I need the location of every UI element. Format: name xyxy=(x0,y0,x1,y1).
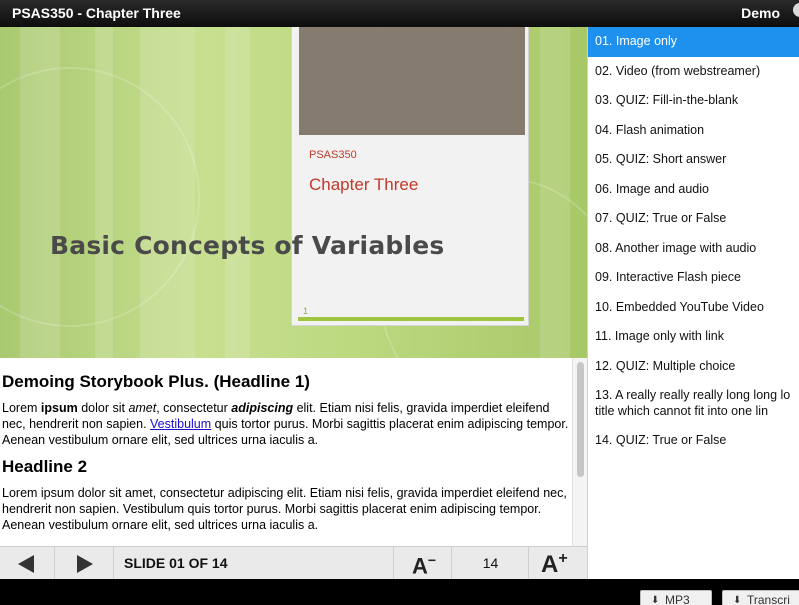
notes-headline-1: Demoing Storybook Plus. (Headline 1) xyxy=(2,372,310,391)
download-icon: ⬇ xyxy=(651,595,660,605)
notes-link[interactable]: Vestibulum xyxy=(150,417,211,431)
card-page-number: 1 xyxy=(303,306,309,316)
slide-list-item[interactable]: 10. Embedded YouTube Video xyxy=(588,293,799,323)
course-title: PSAS350 - Chapter Three xyxy=(12,5,181,21)
previous-slide-button[interactable] xyxy=(0,547,55,580)
slide-heading: Basic Concepts of Variables xyxy=(50,231,445,260)
slide-notes: Demoing Storybook Plus. (Headline 1) Lor… xyxy=(0,358,587,546)
arrow-left-icon xyxy=(18,555,34,573)
slide-image xyxy=(299,27,525,135)
slide-viewer: PSAS350 Chapter Three 1 Basic Concepts o… xyxy=(0,27,587,358)
slide-list-item[interactable]: 02. Video (from webstreamer) xyxy=(588,57,799,87)
slide-list-item[interactable]: 01. Image only xyxy=(588,27,799,57)
slide-list-item[interactable]: 07. QUIZ: True or False xyxy=(588,204,799,234)
slide-list-item[interactable]: 04. Flash animation xyxy=(588,116,799,146)
card-accent-bar xyxy=(298,317,524,321)
top-bar: PSAS350 - Chapter Three Demo xyxy=(0,0,799,27)
slide-list-item[interactable]: 11. Image only with link xyxy=(588,322,799,352)
font-size-display: 14 xyxy=(452,547,529,580)
transcript-download-button[interactable]: ⬇ Transcri xyxy=(722,590,799,605)
slide-list-item[interactable]: 09. Interactive Flash piece xyxy=(588,263,799,293)
slide-list-item[interactable]: 03. QUIZ: Fill-in-the-blank xyxy=(588,86,799,116)
download-icon: ⬇ xyxy=(733,595,742,605)
notes-scrollbar[interactable] xyxy=(572,358,587,546)
next-slide-button[interactable] xyxy=(55,547,114,580)
control-bar: SLIDE 01 OF 14 A− 14 A+ xyxy=(0,546,587,580)
card-chapter: Chapter Three xyxy=(309,175,419,194)
mp3-download-button[interactable]: ⬇ MP3 xyxy=(640,590,712,605)
card-course: PSAS350 xyxy=(309,149,357,161)
slide-list-item[interactable]: 12. QUIZ: Multiple choice xyxy=(588,352,799,382)
arrow-right-icon xyxy=(77,555,93,573)
user-name[interactable]: Demo xyxy=(741,5,780,21)
notes-headline-2: Headline 2 xyxy=(2,457,88,476)
notes-scroll-thumb[interactable] xyxy=(577,362,584,477)
slide-list-item[interactable]: 05. QUIZ: Short answer xyxy=(588,145,799,175)
slide-title-card: PSAS350 Chapter Three 1 xyxy=(291,27,529,326)
slide-list-item[interactable]: 13. A really really really long long lo … xyxy=(588,381,799,426)
slide-counter: SLIDE 01 OF 14 xyxy=(124,555,228,571)
increase-font-button[interactable]: A+ xyxy=(529,547,587,580)
notes-paragraph-1: Lorem ipsum dolor sit amet, consectetur … xyxy=(2,401,569,447)
slide-list: 01. Image only 02. Video (from webstream… xyxy=(587,27,799,579)
slide-list-item[interactable]: 14. QUIZ: True or False xyxy=(588,426,799,456)
notes-paragraph-2: Lorem ipsum dolor sit amet, consectetur … xyxy=(2,486,567,532)
footer-bar: ⬇ MP3 ⬇ Transcri xyxy=(0,579,799,605)
slide-list-item[interactable]: 06. Image and audio xyxy=(588,175,799,205)
user-menu-icon[interactable] xyxy=(793,3,799,17)
slide-list-item[interactable]: 08. Another image with audio xyxy=(588,234,799,264)
decrease-font-button[interactable]: A− xyxy=(393,547,452,580)
